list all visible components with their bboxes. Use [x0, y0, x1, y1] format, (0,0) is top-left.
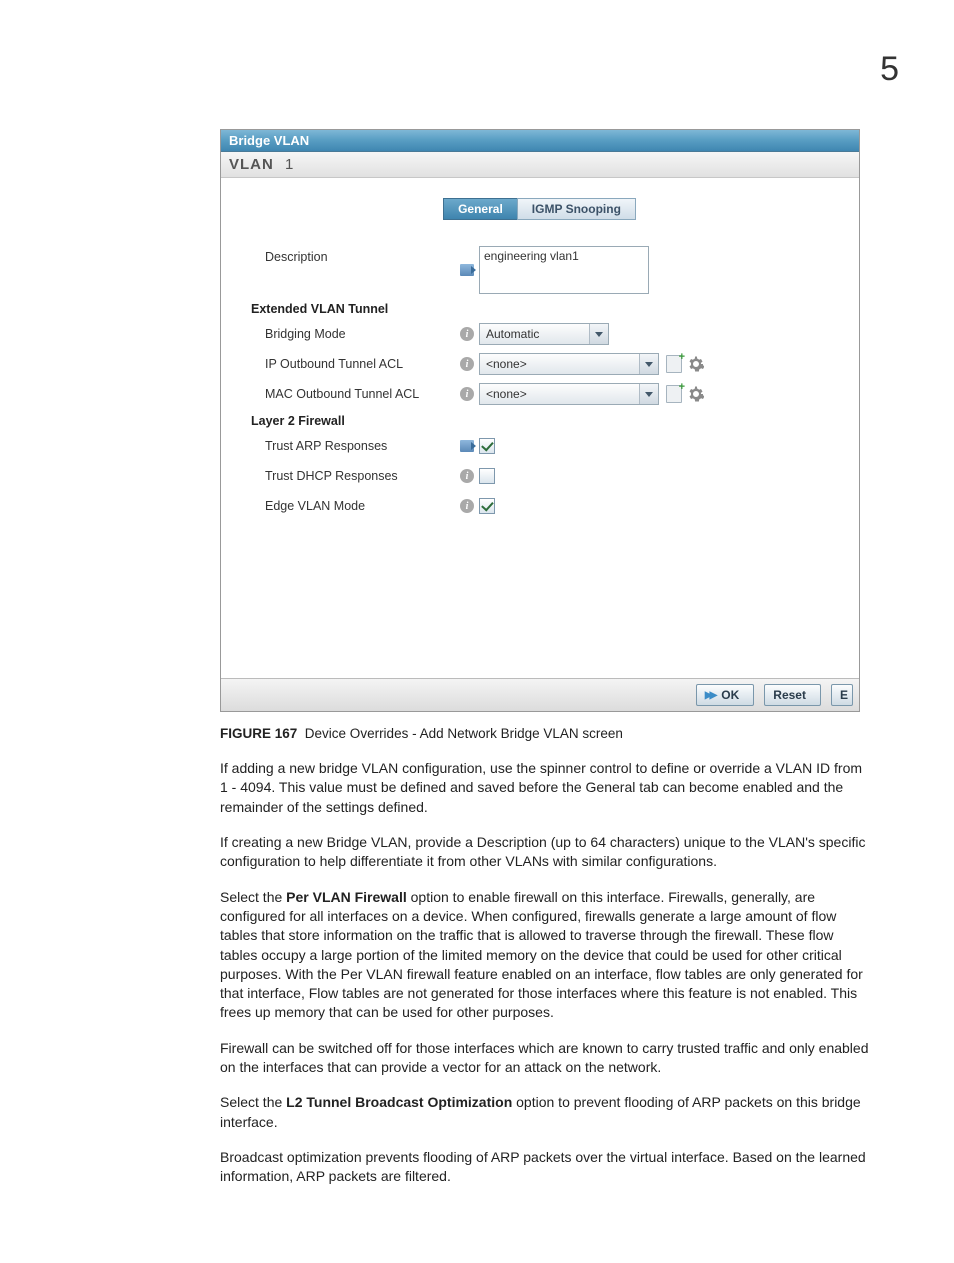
- dialog-subtitle: VLAN 1: [221, 152, 859, 178]
- gear-icon[interactable]: [687, 385, 705, 403]
- mac-outbound-acl-dropdown[interactable]: <none>: [479, 383, 659, 405]
- paragraph: If adding a new bridge VLAN configuratio…: [220, 759, 869, 817]
- reset-button[interactable]: Reset: [764, 684, 821, 706]
- text: Select the: [220, 889, 286, 905]
- figure-caption: FIGURE 167 Device Overrides - Add Networ…: [220, 726, 909, 741]
- trust-dhcp-checkbox[interactable]: [479, 468, 495, 484]
- description-label: Description: [251, 246, 455, 264]
- chevron-down-icon: [589, 324, 608, 344]
- mac-outbound-acl-value: <none>: [480, 387, 639, 401]
- mac-outbound-acl-label: MAC Outbound Tunnel ACL: [251, 387, 455, 401]
- bridging-mode-dropdown[interactable]: Automatic: [479, 323, 609, 345]
- info-icon[interactable]: i: [460, 387, 474, 401]
- bridging-mode-value: Automatic: [480, 327, 589, 341]
- bridge-vlan-dialog: Bridge VLAN VLAN 1 General IGMP Snooping…: [220, 129, 860, 712]
- paragraph: If creating a new Bridge VLAN, provide a…: [220, 833, 869, 872]
- create-new-icon[interactable]: [665, 355, 683, 373]
- subtitle-prefix: VLAN: [229, 156, 274, 173]
- trust-arp-checkbox[interactable]: [479, 438, 495, 454]
- ip-outbound-acl-label: IP Outbound Tunnel ACL: [251, 357, 455, 371]
- info-icon[interactable]: i: [460, 357, 474, 371]
- info-icon[interactable]: i: [460, 327, 474, 341]
- description-input[interactable]: [479, 246, 649, 294]
- figure-title: Device Overrides - Add Network Bridge VL…: [305, 726, 623, 741]
- info-icon[interactable]: i: [460, 469, 474, 483]
- paragraph: Firewall can be switched off for those i…: [220, 1039, 869, 1078]
- subtitle-value: 1: [285, 156, 294, 173]
- edge-vlan-checkbox[interactable]: [479, 498, 495, 514]
- trust-dhcp-label: Trust DHCP Responses: [251, 469, 455, 483]
- ip-outbound-acl-dropdown[interactable]: <none>: [479, 353, 659, 375]
- chevron-down-icon: [639, 384, 658, 404]
- exit-button-partial[interactable]: E: [831, 684, 853, 706]
- page-number: 5: [45, 50, 909, 89]
- play-icon: ▶▶: [705, 690, 714, 701]
- edge-vlan-label: Edge VLAN Mode: [251, 499, 455, 513]
- paragraph: Broadcast optimization prevents flooding…: [220, 1148, 869, 1187]
- bold-term: Per VLAN Firewall: [286, 889, 407, 905]
- figure-number: FIGURE 167: [220, 726, 297, 741]
- trust-arp-label: Trust ARP Responses: [251, 439, 455, 453]
- tab-general[interactable]: General: [443, 198, 518, 220]
- ip-outbound-acl-value: <none>: [480, 357, 639, 371]
- gear-icon[interactable]: [687, 355, 705, 373]
- reset-label: Reset: [773, 688, 806, 702]
- create-new-icon[interactable]: [665, 385, 683, 403]
- text: Select the: [220, 1094, 286, 1110]
- paragraph: Select the L2 Tunnel Broadcast Optimizat…: [220, 1093, 869, 1132]
- override-icon: [460, 264, 474, 276]
- bold-term: L2 Tunnel Broadcast Optimization: [286, 1094, 512, 1110]
- text: option to enable firewall on this interf…: [220, 889, 863, 1021]
- tab-igmp-snooping[interactable]: IGMP Snooping: [517, 198, 636, 220]
- dialog-titlebar: Bridge VLAN: [221, 130, 859, 152]
- section-extended-vlan-tunnel: Extended VLAN Tunnel: [251, 302, 811, 316]
- ok-button[interactable]: ▶▶ OK: [696, 684, 754, 706]
- paragraph: Select the Per VLAN Firewall option to e…: [220, 888, 869, 1023]
- exit-label: E: [840, 688, 848, 702]
- ok-label: OK: [721, 688, 739, 702]
- chevron-down-icon: [639, 354, 658, 374]
- info-icon[interactable]: i: [460, 499, 474, 513]
- dialog-footer: ▶▶ OK Reset E: [221, 678, 859, 711]
- section-layer2-firewall: Layer 2 Firewall: [251, 414, 811, 428]
- bridging-mode-label: Bridging Mode: [251, 327, 455, 341]
- tabs: General IGMP Snooping: [231, 198, 849, 220]
- override-icon: [460, 440, 474, 452]
